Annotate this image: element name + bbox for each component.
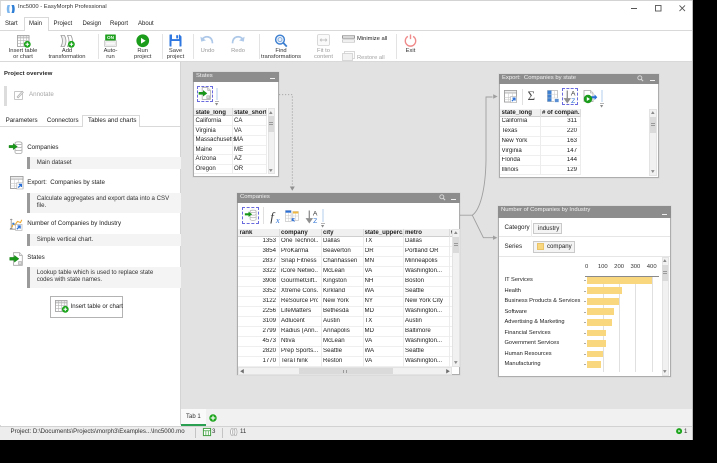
svg-text:Z: Z xyxy=(313,218,317,225)
svg-text:x: x xyxy=(274,215,279,225)
svg-text:A: A xyxy=(571,90,576,97)
svg-text:A: A xyxy=(313,210,318,217)
svg-text:Z: Z xyxy=(571,98,575,105)
svg-text:ON: ON xyxy=(107,35,115,40)
